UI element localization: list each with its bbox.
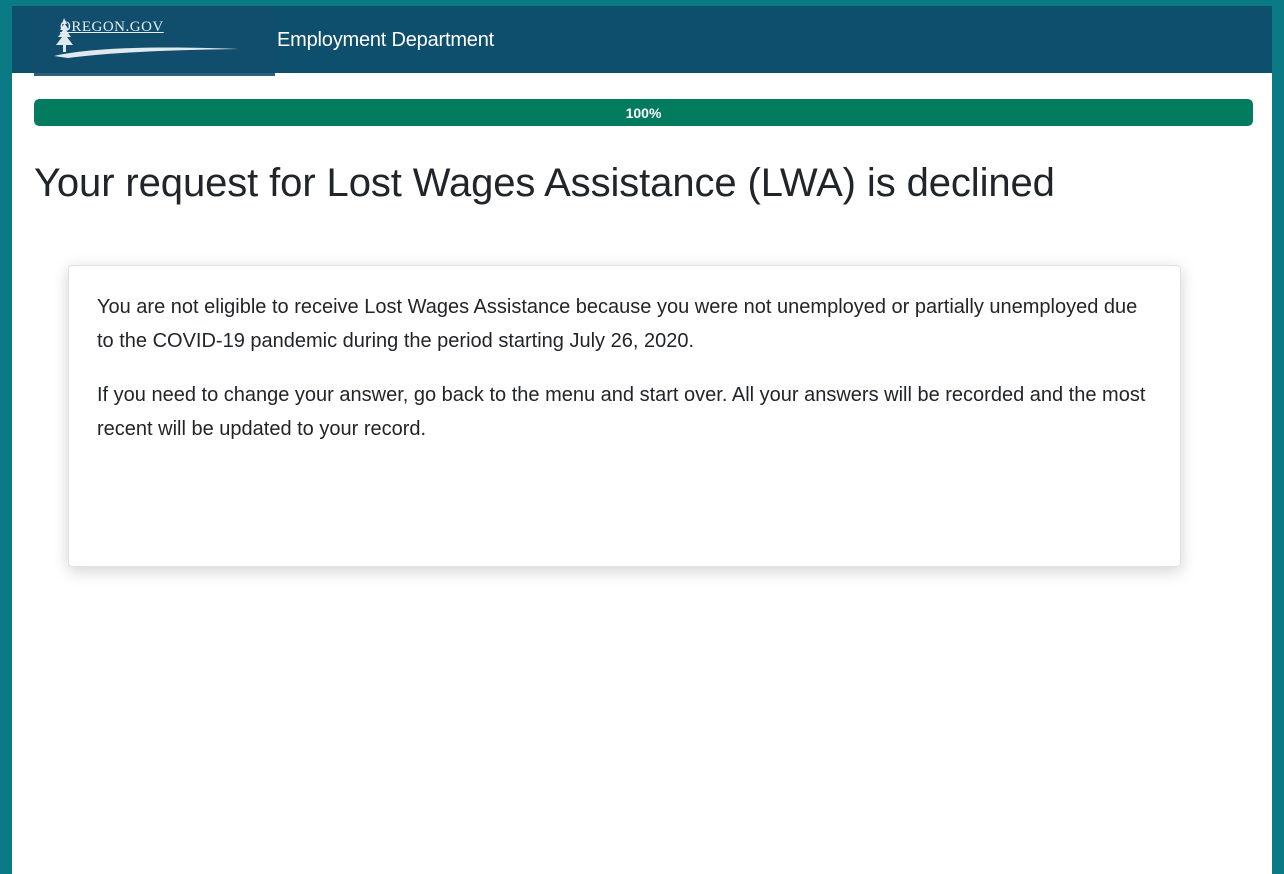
ineligibility-message: You are not eligible to receive Lost Wag… bbox=[97, 296, 1138, 352]
change-answer-message: If you need to change your answer, go ba… bbox=[97, 384, 1146, 440]
top-navbar: OREGON.GOV Employment Department bbox=[12, 6, 1272, 76]
department-title: Employment Department bbox=[277, 29, 495, 51]
message-card: You are not eligible to receive Lost Wag… bbox=[68, 265, 1181, 567]
oregon-gov-wordmark: OREGON.GOV bbox=[60, 19, 164, 35]
browser-frame: OREGON.GOV Employment Department 100% Yo… bbox=[12, 6, 1272, 874]
oregon-gov-home-link[interactable]: OREGON.GOV bbox=[34, 6, 275, 76]
page-title: Your request for Lost Wages Assistance (… bbox=[34, 161, 1055, 205]
progress-track: 100% bbox=[34, 99, 1253, 126]
progress-bar: 100% bbox=[34, 99, 1253, 126]
progress-label: 100% bbox=[625, 104, 662, 121]
